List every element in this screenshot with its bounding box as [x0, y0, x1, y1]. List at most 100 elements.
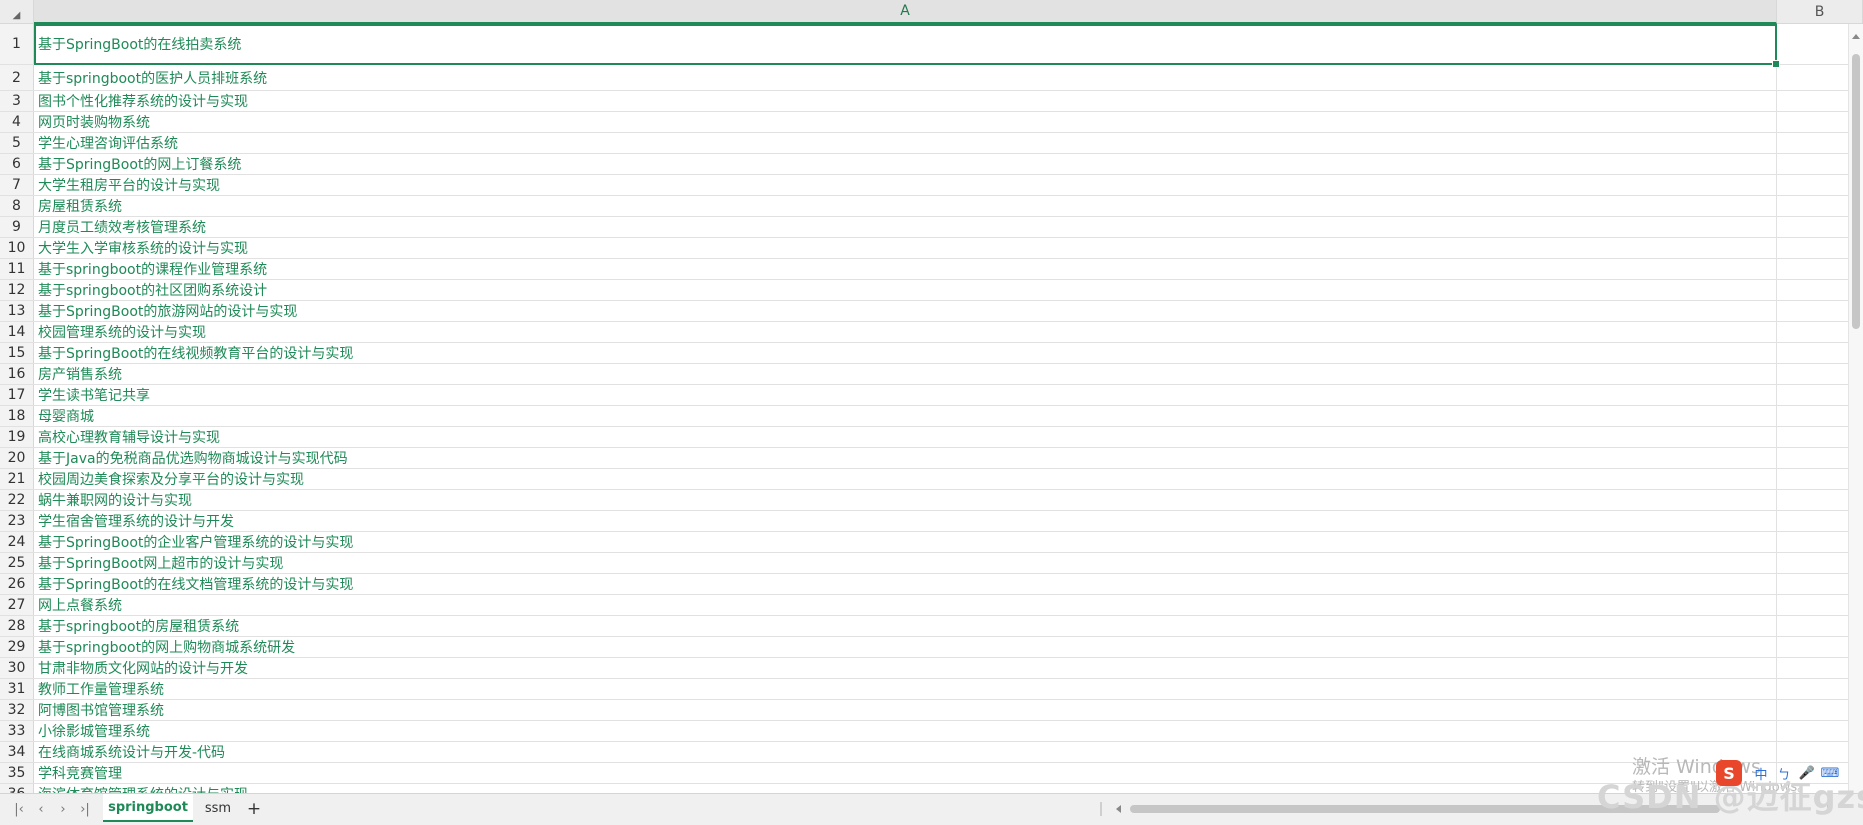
cell-a[interactable]: 学生宿舍管理系统的设计与开发 [34, 511, 1777, 531]
ime-mode-icon[interactable]: 中 [1750, 760, 1772, 786]
select-all-corner[interactable]: ◢ [0, 0, 34, 24]
cell-a[interactable]: 学生心理咨询评估系统 [34, 133, 1777, 153]
cell-a[interactable]: 校园管理系统的设计与实现 [34, 322, 1777, 342]
scrollbar-divider[interactable] [1100, 802, 1102, 816]
scroll-right-icon[interactable] [1827, 805, 1832, 813]
row-number[interactable]: 14 [0, 322, 34, 342]
row-number[interactable]: 22 [0, 490, 34, 510]
cell-b[interactable] [1777, 427, 1848, 447]
cell-b[interactable] [1777, 175, 1848, 195]
row-number[interactable]: 6 [0, 154, 34, 174]
cell-b[interactable] [1777, 637, 1848, 657]
cell-b[interactable] [1777, 721, 1848, 741]
cell-a[interactable]: 基于SpringBoot网上超市的设计与实现 [34, 553, 1777, 573]
cell-b[interactable] [1777, 532, 1848, 552]
prev-sheet-button[interactable]: ‹ [32, 800, 50, 818]
row-number[interactable]: 29 [0, 637, 34, 657]
cell-b[interactable] [1777, 154, 1848, 174]
cell-a[interactable]: 小徐影城管理系统 [34, 721, 1777, 741]
cell-b[interactable] [1777, 217, 1848, 237]
row-number[interactable]: 35 [0, 763, 34, 783]
row-number[interactable]: 4 [0, 112, 34, 132]
first-sheet-button[interactable]: |‹ [10, 800, 28, 818]
cell-b[interactable] [1777, 133, 1848, 153]
row-number[interactable]: 7 [0, 175, 34, 195]
sogou-ime-icon[interactable]: S [1716, 760, 1742, 786]
row-number[interactable]: 5 [0, 133, 34, 153]
horizontal-scrollbar[interactable] [1100, 802, 1840, 816]
row-number[interactable]: 9 [0, 217, 34, 237]
row-number[interactable]: 12 [0, 280, 34, 300]
cell-b[interactable] [1777, 658, 1848, 678]
cell-a[interactable]: 网页时装购物系统 [34, 112, 1777, 132]
row-number[interactable]: 15 [0, 343, 34, 363]
cell-a[interactable]: 大学生租房平台的设计与实现 [34, 175, 1777, 195]
vertical-scroll-thumb[interactable] [1852, 54, 1860, 329]
row-number[interactable]: 11 [0, 259, 34, 279]
cell-b[interactable] [1777, 238, 1848, 258]
cell-a[interactable]: 教师工作量管理系统 [34, 679, 1777, 699]
row-number[interactable]: 10 [0, 238, 34, 258]
cell-b[interactable] [1777, 448, 1848, 468]
row-number[interactable]: 36 [0, 784, 34, 793]
row-number[interactable]: 23 [0, 511, 34, 531]
cell-a[interactable]: 基于springboot的网上购物商城系统研发 [34, 637, 1777, 657]
cell-a[interactable]: 高校心理教育辅导设计与实现 [34, 427, 1777, 447]
cell-a[interactable]: 图书个性化推荐系统的设计与实现 [34, 91, 1777, 111]
cell-a[interactable]: 基于SpringBoot的企业客户管理系统的设计与实现 [34, 532, 1777, 552]
row-number[interactable]: 32 [0, 700, 34, 720]
row-number[interactable]: 18 [0, 406, 34, 426]
select-all-triangle-icon[interactable]: ◢ [13, 10, 21, 21]
row-number[interactable]: 19 [0, 427, 34, 447]
cell-a[interactable]: 母婴商城 [34, 406, 1777, 426]
row-number[interactable]: 34 [0, 742, 34, 762]
ime-punct-icon[interactable]: ㄅ [1773, 760, 1795, 786]
cell-b[interactable] [1777, 700, 1848, 720]
cell-a[interactable]: 基于SpringBoot的旅游网站的设计与实现 [34, 301, 1777, 321]
cell-b[interactable] [1777, 679, 1848, 699]
row-number[interactable]: 24 [0, 532, 34, 552]
row-number[interactable]: 27 [0, 595, 34, 615]
row-number[interactable]: 21 [0, 469, 34, 489]
vertical-scrollbar[interactable] [1848, 24, 1863, 793]
cell-a[interactable]: 基于springboot的课程作业管理系统 [34, 259, 1777, 279]
cell-a[interactable]: 基于springboot的医护人员排班系统 [34, 65, 1777, 90]
cell-b[interactable] [1777, 280, 1848, 300]
column-header-b[interactable]: B [1777, 0, 1863, 24]
cell-b[interactable] [1777, 742, 1848, 762]
cell-a[interactable]: 阿博图书馆管理系统 [34, 700, 1777, 720]
cell-a[interactable]: 房屋租赁系统 [34, 196, 1777, 216]
tab-springboot[interactable]: springboot [103, 794, 193, 822]
cell-a[interactable]: 学科竞赛管理 [34, 763, 1777, 783]
cell-a[interactable]: 蜗牛兼职网的设计与实现 [34, 490, 1777, 510]
row-number[interactable]: 33 [0, 721, 34, 741]
row-number[interactable]: 31 [0, 679, 34, 699]
cell-b[interactable] [1777, 196, 1848, 216]
row-number[interactable]: 25 [0, 553, 34, 573]
row-number[interactable]: 30 [0, 658, 34, 678]
row-number[interactable]: 17 [0, 385, 34, 405]
cell-a[interactable]: 海滨体育馆管理系统的设计与实现 [34, 784, 1777, 793]
row-number[interactable]: 2 [0, 65, 34, 90]
cell-a[interactable]: 大学生入学审核系统的设计与实现 [34, 238, 1777, 258]
cell-a[interactable]: 基于springboot的社区团购系统设计 [34, 280, 1777, 300]
cell-b[interactable] [1777, 322, 1848, 342]
cell-b[interactable] [1777, 65, 1848, 90]
next-sheet-button[interactable]: › [54, 800, 72, 818]
cell-a[interactable]: 网上点餐系统 [34, 595, 1777, 615]
cell-b[interactable] [1777, 24, 1848, 64]
cell-b[interactable] [1777, 343, 1848, 363]
scroll-up-icon[interactable] [1852, 34, 1860, 39]
cell-a[interactable]: 基于SpringBoot的在线拍卖系统 [34, 24, 1777, 64]
cell-b[interactable] [1777, 511, 1848, 531]
row-number[interactable]: 20 [0, 448, 34, 468]
cell-b[interactable] [1777, 490, 1848, 510]
cell-b[interactable] [1777, 406, 1848, 426]
tab-ssm[interactable]: ssm [197, 794, 239, 822]
row-number[interactable]: 28 [0, 616, 34, 636]
add-sheet-button[interactable]: + [245, 799, 263, 819]
column-header-a[interactable]: A [34, 0, 1777, 24]
microphone-icon[interactable]: 🎤 [1796, 760, 1818, 786]
cell-b[interactable] [1777, 112, 1848, 132]
cell-a[interactable]: 甘肃非物质文化网站的设计与开发 [34, 658, 1777, 678]
